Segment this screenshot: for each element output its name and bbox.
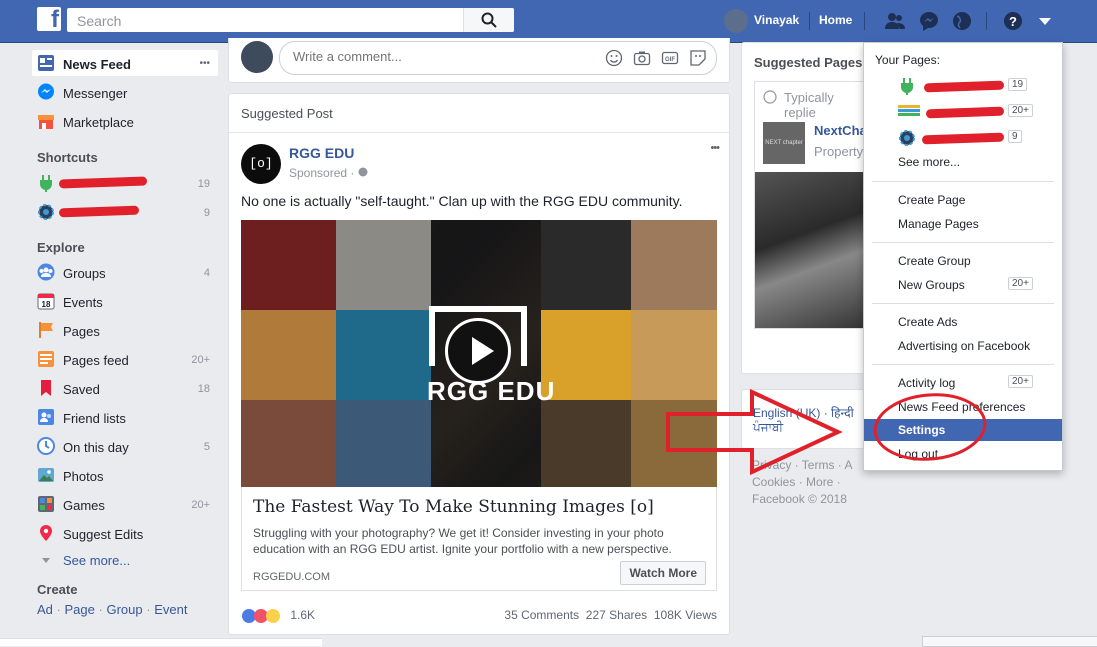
annotation-overlay	[666, 388, 987, 476]
annotation-circle	[873, 393, 987, 461]
chat-bar[interactable]	[922, 636, 1097, 647]
annotation-arrow	[666, 388, 843, 476]
